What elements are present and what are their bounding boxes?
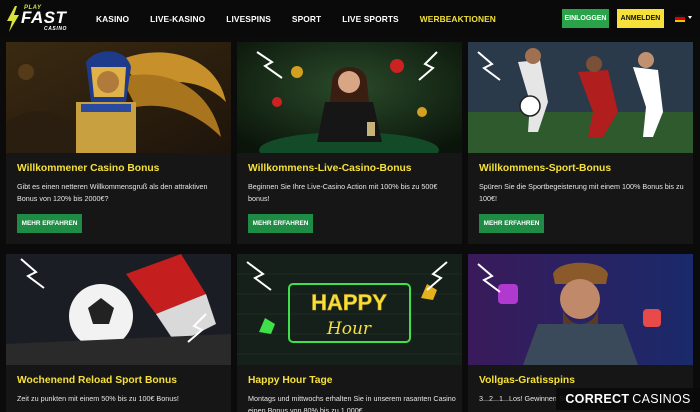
correct-casinos-watermark: CORRECT CASINOS xyxy=(556,388,700,410)
promo-card-sport: Willkommens-Sport-Bonus Spüren Sie die S… xyxy=(468,42,693,244)
nav-livespins[interactable]: LIVESPINS xyxy=(226,14,271,24)
promo-card-happy-hour: HAPPY Hour Happy Hour Tage Montags und m… xyxy=(237,254,462,412)
football-image xyxy=(468,42,693,153)
main-nav: KASINO LIVE-KASINO LIVESPINS SPORT LIVE … xyxy=(96,0,517,37)
neon-hour-text: Hour xyxy=(326,319,372,339)
nav-sport[interactable]: SPORT xyxy=(292,14,321,24)
learn-more-button[interactable]: MEHR ERFAHREN xyxy=(479,214,544,233)
chevron-down-icon[interactable] xyxy=(688,16,692,19)
card-description: Beginnen Sie Ihre Live-Casino Action mit… xyxy=(248,182,438,203)
lightning-bolt-icon xyxy=(7,6,19,32)
logo-fast-text: FAST xyxy=(21,8,67,27)
promo-card-casino: Willkommener Casino Bonus Gibt es einen … xyxy=(6,42,231,244)
football-boot-image xyxy=(6,254,231,365)
nav-live-kasino[interactable]: LIVE-KASINO xyxy=(150,14,205,24)
nav-kasino[interactable]: KASINO xyxy=(96,14,129,24)
nav-werbeaktionen[interactable]: WERBEAKTIONEN xyxy=(420,14,496,24)
live-dealer-image xyxy=(237,42,462,153)
character-image xyxy=(468,254,693,365)
card-title: Vollgas-Gratisspins xyxy=(479,375,575,386)
card-description: Gibt es einen netteren Willkommensgruß a… xyxy=(17,182,208,203)
watermark-casinos: CASINOS xyxy=(632,392,691,406)
germany-flag-icon[interactable] xyxy=(675,15,685,22)
card-title: Willkommener Casino Bonus xyxy=(17,163,160,174)
card-title: Wochenend Reload Sport Bonus xyxy=(17,375,177,386)
neon-happy-text: HAPPY xyxy=(311,290,387,315)
playfast-logo[interactable]: PLAY FAST CASINO xyxy=(6,4,76,34)
nav-live-sports[interactable]: LIVE SPORTS xyxy=(342,14,398,24)
card-title: Willkommens-Live-Casino-Bonus xyxy=(248,163,412,174)
card-description: Zeit zu punkten mit einem 50% bis zu 100… xyxy=(17,394,179,403)
site-header: PLAY FAST CASINO KASINO LIVE-KASINO LIVE… xyxy=(0,0,700,37)
card-description: Montags und mittwochs erhalten Sie in un… xyxy=(248,394,456,412)
logo-casino-text: CASINO xyxy=(44,26,68,32)
signup-button[interactable]: ANMELDEN xyxy=(617,9,664,28)
card-description: Spüren Sie die Sportbegeisterung mit ein… xyxy=(479,182,684,203)
learn-more-button[interactable]: MEHR ERFAHREN xyxy=(248,214,313,233)
pharaoh-image xyxy=(6,42,231,153)
promo-card-live-casino: Willkommens-Live-Casino-Bonus Beginnen S… xyxy=(237,42,462,244)
promo-card-weekend-reload: Wochenend Reload Sport Bonus Zeit zu pun… xyxy=(6,254,231,412)
card-title: Willkommens-Sport-Bonus xyxy=(479,163,612,174)
watermark-correct: CORRECT xyxy=(565,392,630,406)
card-title: Happy Hour Tage xyxy=(248,375,333,386)
happy-hour-image: HAPPY Hour xyxy=(237,254,462,365)
learn-more-button[interactable]: MEHR ERFAHREN xyxy=(17,214,82,233)
login-button[interactable]: EINLOGGEN xyxy=(562,9,609,28)
